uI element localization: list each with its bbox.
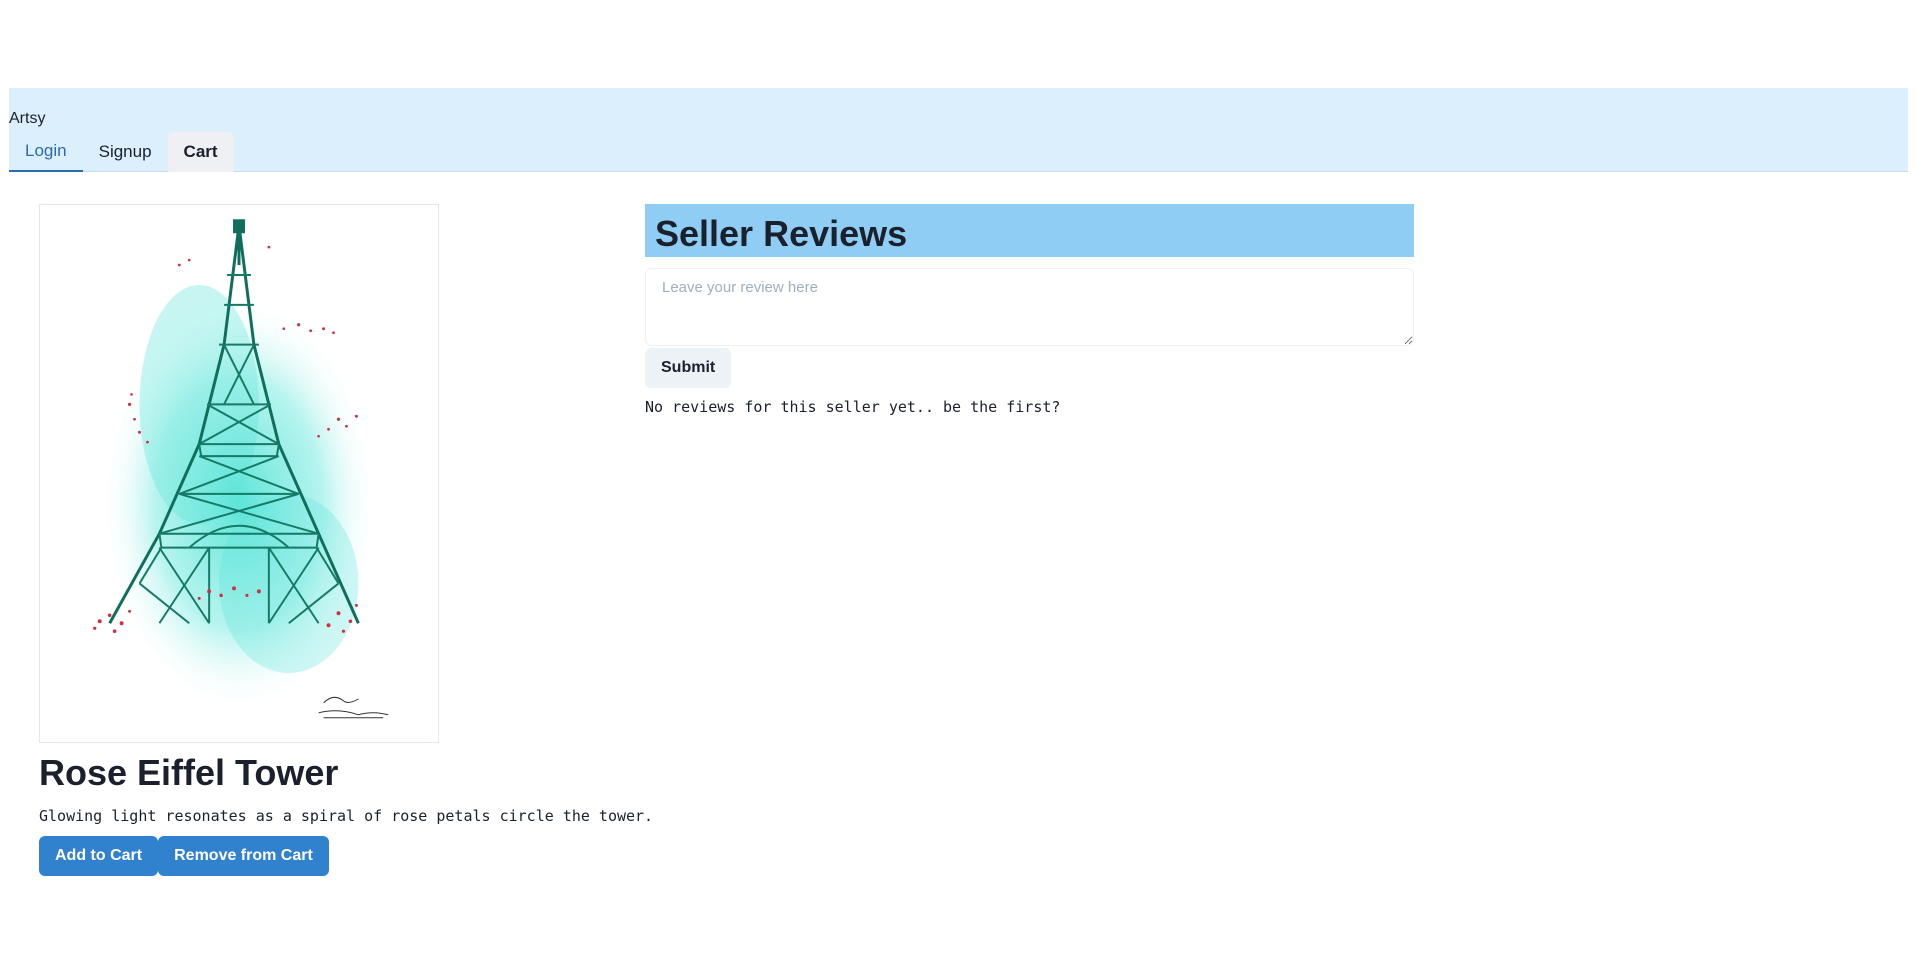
brand-name: Artsy bbox=[9, 110, 46, 127]
remove-from-cart-button[interactable]: Remove from Cart bbox=[158, 836, 329, 876]
product-title: Rose Eiffel Tower bbox=[39, 752, 339, 793]
review-input[interactable] bbox=[645, 268, 1414, 346]
product-description: Glowing light resonates as a spiral of r… bbox=[39, 807, 654, 825]
tab-cart[interactable]: Cart bbox=[167, 132, 234, 172]
submit-review-button[interactable]: Submit bbox=[645, 348, 732, 388]
tab-signup[interactable]: Signup bbox=[83, 132, 168, 172]
reviews-header: Seller Reviews bbox=[645, 204, 1414, 257]
add-to-cart-button[interactable]: Add to Cart bbox=[39, 836, 159, 876]
product-image bbox=[39, 204, 439, 743]
artist-signature bbox=[318, 696, 389, 719]
reviews-heading: Seller Reviews bbox=[655, 213, 908, 254]
no-reviews-message: No reviews for this seller yet.. be the … bbox=[645, 398, 1061, 416]
cart-actions: Add to Cart Remove from Cart bbox=[39, 836, 329, 876]
eiffel-tower-artwork bbox=[93, 219, 389, 719]
nav-tabs: Login Signup Cart bbox=[9, 132, 234, 172]
navbar: Artsy Login Signup Cart bbox=[9, 88, 1908, 172]
tab-login[interactable]: Login bbox=[9, 132, 83, 172]
